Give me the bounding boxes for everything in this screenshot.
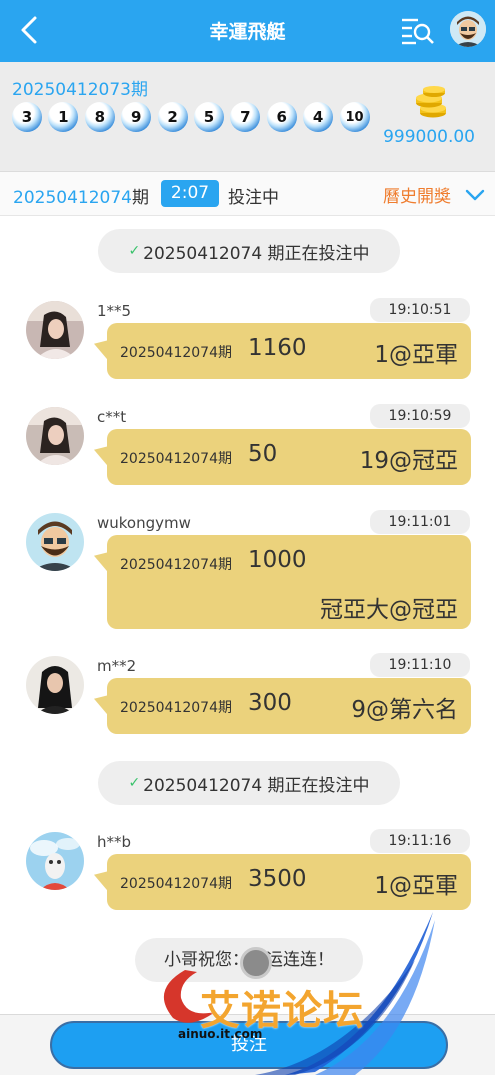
result-ball: 8 xyxy=(84,102,115,132)
list-search-icon[interactable] xyxy=(400,14,436,46)
result-ball: 9 xyxy=(121,102,152,132)
chat-message: wukongymw 19:11:01 20250412074期 1000 冠亞大… xyxy=(0,510,495,633)
bet-amount: 300 xyxy=(248,690,292,716)
result-ball: 7 xyxy=(230,102,261,132)
avatar[interactable] xyxy=(26,407,84,465)
bet-bubble: 20250412074期 3500 1@亞軍 xyxy=(107,854,471,910)
bet-bubble: 20250412074期 50 19@冠亞 xyxy=(107,429,471,485)
result-ball: 6 xyxy=(266,102,297,132)
message-username: m**2 xyxy=(97,657,137,675)
current-issue-bar: 20250412074期 2:07 投注中 曆史開獎 xyxy=(0,172,495,216)
bet-bubble: 20250412074期 1160 1@亞軍 xyxy=(107,323,471,379)
bet-issue: 20250412074期 xyxy=(120,557,232,573)
balance-amount: 999000.00 xyxy=(383,127,475,147)
bet-bubble: 20250412074期 300 9@第六名 xyxy=(107,678,471,734)
bet-issue: 20250412074期 xyxy=(120,345,232,361)
bet-chat-feed[interactable]: ✓ 20250412074 期正在投注中 1**5 19:10:51 202504… xyxy=(0,216,495,1014)
system-message-text: 20250412074 期正在投注中 xyxy=(143,243,370,264)
chat-message: c**t 19:10:59 20250412074期 50 19@冠亞 xyxy=(0,404,495,487)
message-username: h**b xyxy=(97,833,132,851)
coins-icon xyxy=(416,86,446,118)
current-issue-number: 20250412074 xyxy=(13,188,132,208)
bet-issue: 20250412074期 xyxy=(120,700,232,716)
result-ball: 4 xyxy=(303,102,334,132)
check-icon: ✓ xyxy=(128,243,141,259)
chat-message: m**2 19:11:10 20250412074期 300 9@第六名 xyxy=(0,653,495,736)
current-issue: 20250412074期 xyxy=(13,183,149,208)
message-time: 19:11:01 xyxy=(370,510,470,534)
bet-pick: 9@第六名 xyxy=(351,697,458,723)
watermark-url: ainuo.it.com xyxy=(178,1027,263,1041)
message-username: wukongymw xyxy=(97,514,191,532)
message-time: 19:10:51 xyxy=(370,298,470,322)
message-time: 19:11:16 xyxy=(370,829,470,853)
bet-amount: 1000 xyxy=(248,547,307,573)
result-ball: 3 xyxy=(12,102,42,132)
avatar[interactable] xyxy=(26,301,84,359)
system-message: ✓ 20250412074 期正在投注中 xyxy=(98,229,400,273)
message-username: 1**5 xyxy=(97,302,132,320)
bet-amount: 1160 xyxy=(248,335,307,361)
message-time: 19:11:10 xyxy=(370,653,470,677)
avatar[interactable] xyxy=(26,656,84,714)
bet-issue: 20250412074期 xyxy=(120,876,232,892)
result-ball: 10 xyxy=(339,102,370,132)
chevron-down-icon[interactable] xyxy=(465,188,485,202)
bet-amount: 3500 xyxy=(248,866,307,892)
bet-pick: 1@亞軍 xyxy=(374,342,458,368)
last-draw-panel: 20250412073期 3 1 8 9 2 5 7 6 4 10 999000… xyxy=(0,62,495,172)
result-ball: 1 xyxy=(48,102,79,132)
bet-issue: 20250412074期 xyxy=(120,451,232,467)
floating-drag-handle[interactable] xyxy=(240,947,272,979)
bet-amount: 50 xyxy=(248,441,278,467)
avatar[interactable] xyxy=(26,513,84,571)
message-username: c**t xyxy=(97,408,127,426)
check-icon: ✓ xyxy=(128,775,141,791)
chat-message: h**b 19:11:16 20250412074期 3500 1@亞軍 xyxy=(0,829,495,912)
chat-message: 1**5 19:10:51 20250412074期 1160 1@亞軍 xyxy=(0,298,495,381)
bet-pick: 19@冠亞 xyxy=(359,448,458,474)
countdown-timer: 2:07 xyxy=(161,180,219,207)
user-avatar[interactable] xyxy=(450,11,486,47)
bet-bubble: 20250412074期 1000 冠亞大@冠亞 xyxy=(107,535,471,629)
result-ball: 2 xyxy=(157,102,188,132)
message-time: 19:10:59 xyxy=(370,404,470,428)
draw-result-balls: 3 1 8 9 2 5 7 6 4 10 xyxy=(12,102,376,132)
result-ball: 5 xyxy=(193,102,224,132)
betting-status: 投注中 xyxy=(228,188,279,208)
top-nav-bar: 幸運飛艇 xyxy=(0,0,495,62)
bet-pick: 冠亞大@冠亞 xyxy=(320,597,458,623)
bet-pick: 1@亞軍 xyxy=(374,873,458,899)
current-issue-suffix: 期 xyxy=(131,188,149,208)
last-draw-issue: 20250412073期 xyxy=(12,80,148,100)
history-draws-link[interactable]: 曆史開獎 xyxy=(383,182,451,207)
avatar[interactable] xyxy=(26,832,84,890)
system-message: ✓ 20250412074 期正在投注中 xyxy=(98,761,400,805)
system-message-text: 20250412074 期正在投注中 xyxy=(143,775,370,796)
